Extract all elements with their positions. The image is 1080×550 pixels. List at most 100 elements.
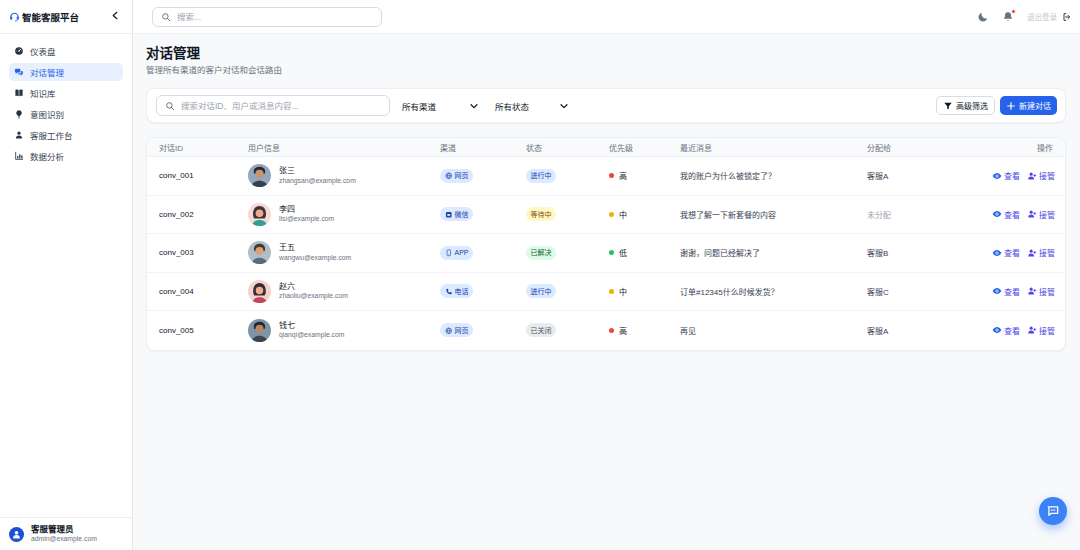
admin-avatar bbox=[9, 527, 24, 542]
actions-cell: 查看接管 bbox=[992, 170, 1055, 181]
actions-cell: 查看接管 bbox=[992, 209, 1055, 220]
column-header: 最近消息 bbox=[680, 142, 867, 153]
sidebar-logo-row: 智能客服平台 bbox=[0, 0, 132, 34]
sidebar-user[interactable]: 客服管理员 admin@example.com bbox=[0, 517, 132, 550]
logout-button[interactable]: 退出登录 bbox=[1027, 11, 1072, 22]
status-cell: 进行中 bbox=[526, 284, 609, 298]
sidebar-item-3[interactable]: 知识库 bbox=[9, 84, 123, 102]
eye-icon bbox=[992, 209, 1002, 219]
priority-cell: 高 bbox=[609, 325, 680, 336]
takeover-button[interactable]: 接管 bbox=[1027, 286, 1055, 297]
column-header: 操作 bbox=[992, 142, 1053, 153]
status-cell: 进行中 bbox=[526, 169, 609, 183]
status-badge: 已解决 bbox=[526, 246, 556, 260]
view-button[interactable]: 查看 bbox=[992, 247, 1020, 258]
view-button[interactable]: 查看 bbox=[992, 170, 1020, 181]
sidebar-item-label: 数据分析 bbox=[30, 150, 64, 162]
user-plus-icon bbox=[1027, 325, 1037, 335]
dark-mode-toggle[interactable] bbox=[977, 11, 989, 23]
lightbulb-icon bbox=[14, 109, 24, 119]
sidebar-item-1[interactable]: 仪表盘 bbox=[9, 42, 123, 60]
moon-icon bbox=[977, 11, 989, 23]
user-avatar bbox=[248, 203, 271, 226]
priority-label: 低 bbox=[619, 247, 627, 258]
wechat-icon bbox=[445, 211, 453, 219]
channel-badge: 网页 bbox=[440, 323, 473, 337]
channel-filter-select[interactable]: 所有渠道 bbox=[402, 100, 479, 112]
column-header: 分配给 bbox=[867, 142, 992, 153]
priority-dot bbox=[609, 173, 614, 178]
eye-icon bbox=[992, 171, 1002, 181]
new-conversation-button[interactable]: 新建对话 bbox=[1000, 96, 1057, 115]
sidebar-item-4[interactable]: 意图识别 bbox=[9, 105, 123, 123]
user-name: 王五 bbox=[279, 243, 351, 253]
conversation-search-input[interactable] bbox=[181, 101, 381, 111]
bar-chart-icon bbox=[14, 151, 24, 161]
advanced-filter-button[interactable]: 高级筛选 bbox=[936, 96, 995, 115]
actions-cell: 查看接管 bbox=[992, 325, 1055, 336]
status-badge: 进行中 bbox=[526, 284, 556, 298]
assignee: 客服A bbox=[867, 170, 992, 181]
user-email: wangwu@example.com bbox=[279, 254, 351, 263]
recent-message: 我想了解一下新套餐的内容 bbox=[680, 209, 867, 220]
sidebar-item-5[interactable]: 客服工作台 bbox=[9, 126, 123, 144]
conversation-search[interactable] bbox=[156, 95, 390, 116]
table-row: conv_004赵六zhaoliu@example.com电话进行中中订单#12… bbox=[147, 273, 1065, 312]
view-button[interactable]: 查看 bbox=[992, 286, 1020, 297]
sidebar-item-2[interactable]: 对话管理 bbox=[9, 63, 123, 81]
column-header: 用户信息 bbox=[248, 142, 440, 153]
global-search[interactable] bbox=[152, 7, 382, 27]
priority-cell: 中 bbox=[609, 209, 680, 220]
user-email: lisi@example.com bbox=[279, 215, 334, 224]
user-plus-icon bbox=[1027, 209, 1037, 219]
chevron-down-icon bbox=[469, 101, 479, 111]
status-filter-select[interactable]: 所有状态 bbox=[495, 100, 569, 112]
user-cell: 赵六zhaoliu@example.com bbox=[248, 280, 440, 303]
table-row: conv_003王五wangwu@example.comAPP已解决低谢谢，问题… bbox=[147, 234, 1065, 273]
column-header: 对话ID bbox=[159, 142, 248, 153]
user-avatar bbox=[248, 319, 271, 342]
conversation-id: conv_003 bbox=[159, 248, 248, 257]
sidebar-item-6[interactable]: 数据分析 bbox=[9, 147, 123, 165]
conversations-table: 对话ID用户信息渠道状态优先级最近消息分配给操作 conv_001张三zhang… bbox=[146, 137, 1066, 351]
user-cell: 张三zhangsan@example.com bbox=[248, 164, 440, 187]
takeover-button[interactable]: 接管 bbox=[1027, 247, 1055, 258]
notifications-button[interactable] bbox=[1002, 11, 1014, 23]
user-name: 赵六 bbox=[279, 282, 348, 292]
view-button[interactable]: 查看 bbox=[992, 209, 1020, 220]
sidebar-item-label: 客服工作台 bbox=[30, 129, 73, 141]
user-cell: 钱七qianqi@example.com bbox=[248, 319, 440, 342]
channel-cell: 网页 bbox=[440, 169, 526, 183]
channel-cell: 网页 bbox=[440, 323, 526, 337]
takeover-button[interactable]: 接管 bbox=[1027, 170, 1055, 181]
sidebar-collapse-button[interactable] bbox=[107, 9, 123, 25]
priority-label: 中 bbox=[619, 209, 627, 220]
eye-icon bbox=[992, 248, 1002, 258]
conversation-id: conv_004 bbox=[159, 287, 248, 296]
recent-message: 我的账户为什么被锁定了？ bbox=[680, 170, 867, 181]
channel-badge: 网页 bbox=[440, 169, 473, 183]
status-badge: 等待中 bbox=[526, 207, 556, 221]
priority-dot bbox=[609, 289, 614, 294]
channel-badge: 电话 bbox=[440, 284, 473, 298]
user-plus-icon bbox=[1027, 171, 1037, 181]
user-avatar bbox=[248, 280, 271, 303]
logout-label: 退出登录 bbox=[1027, 11, 1057, 22]
priority-dot bbox=[609, 212, 614, 217]
globe-icon bbox=[445, 172, 453, 180]
view-button[interactable]: 查看 bbox=[992, 325, 1020, 336]
user-email: zhangsan@example.com bbox=[279, 177, 356, 186]
user-plus-icon bbox=[1027, 286, 1037, 296]
status-badge: 已关闭 bbox=[526, 323, 556, 337]
takeover-button[interactable]: 接管 bbox=[1027, 325, 1055, 336]
chevron-down-icon bbox=[559, 101, 569, 111]
chat-fab-button[interactable] bbox=[1039, 497, 1067, 525]
column-header: 优先级 bbox=[609, 142, 680, 153]
admin-email: admin@example.com bbox=[31, 535, 97, 543]
assignee: 客服C bbox=[867, 286, 992, 297]
priority-dot bbox=[609, 328, 614, 333]
conversation-id: conv_002 bbox=[159, 210, 248, 219]
takeover-button[interactable]: 接管 bbox=[1027, 209, 1055, 220]
global-search-input[interactable] bbox=[177, 12, 373, 22]
mobile-icon bbox=[445, 249, 453, 257]
